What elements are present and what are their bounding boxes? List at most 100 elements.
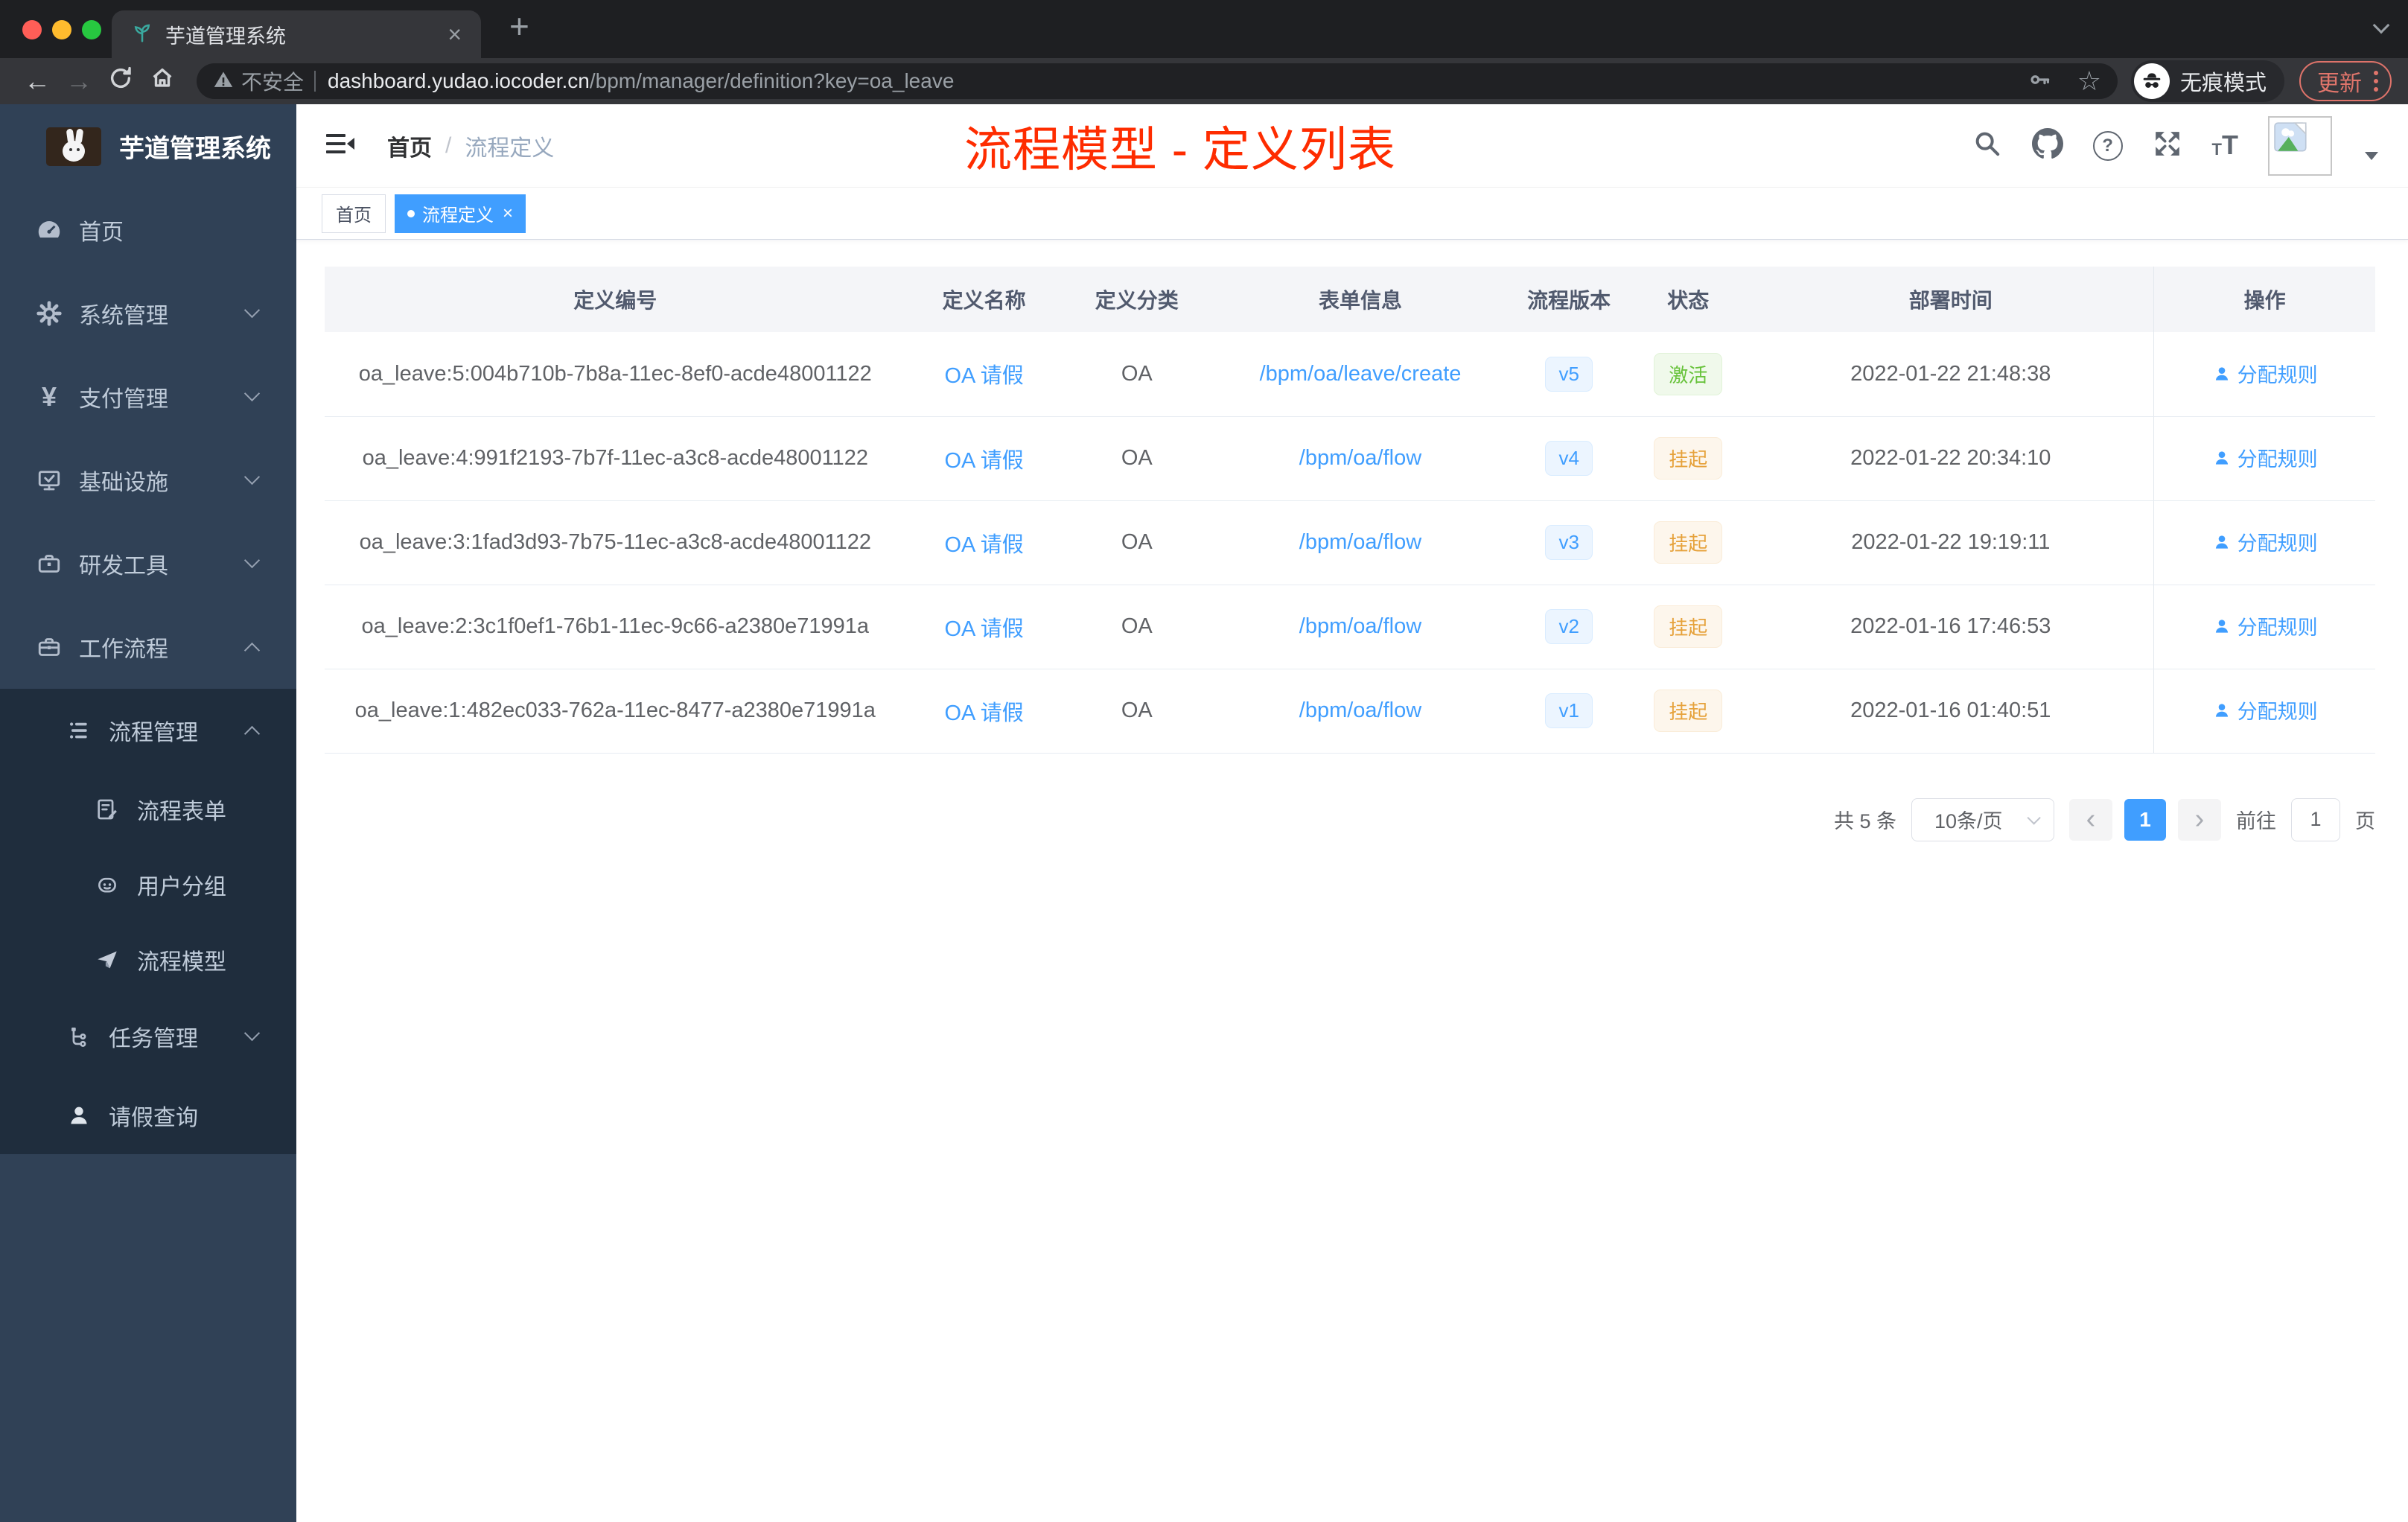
col-status: 状态 (1628, 267, 1748, 332)
url-host: dashboard.yudao.iocoder.cn (328, 69, 590, 92)
url-divider (314, 71, 316, 92)
form-link[interactable]: /bpm/oa/flow (1299, 446, 1421, 470)
sidebar-item-home[interactable]: 首页 (0, 188, 296, 272)
home-button[interactable] (141, 66, 183, 98)
col-actions: 操作 (2153, 267, 2375, 332)
browser-update-button[interactable]: 更新 (2299, 61, 2392, 101)
forward-button[interactable]: → (58, 66, 100, 97)
browser-tab[interactable]: 芋道管理系统 × (112, 10, 481, 58)
assign-rule-button[interactable]: 分配规则 (2212, 695, 2318, 725)
sidebar-item-process-management[interactable]: 流程管理 (0, 689, 296, 771)
robot-face-icon (92, 872, 122, 897)
help-icon[interactable]: ? (2092, 130, 2123, 161)
minimize-window-button[interactable] (52, 20, 71, 39)
tree-list-icon (64, 718, 94, 743)
sidebar-item-task-management[interactable]: 任务管理 (0, 997, 296, 1076)
assign-rule-button[interactable]: 分配规则 (2212, 443, 2318, 472)
sidebar-item-dev-tools[interactable]: 研发工具 (0, 522, 296, 605)
page-unit-label: 页 (2355, 810, 2375, 832)
avatar[interactable] (2268, 115, 2332, 176)
table-row: oa_leave:3:1fad3d93-7b75-11ec-a3c8-acde4… (325, 500, 2375, 585)
goto-page-input[interactable]: 1 (2291, 797, 2340, 841)
definition-id: oa_leave:3:1fad3d93-7b75-11ec-a3c8-acde4… (325, 500, 906, 585)
form-link[interactable]: /bpm/oa/flow (1299, 698, 1421, 722)
version-badge: v5 (1545, 356, 1593, 392)
annotation-title: 流程模型 - 定义列表 (964, 123, 1396, 176)
version-badge: v2 (1545, 609, 1593, 644)
definition-id: oa_leave:1:482ec033-762a-11ec-8477-a2380… (325, 669, 906, 754)
tag-process-definition[interactable]: 流程定义 × (395, 194, 526, 233)
version-badge: v1 (1545, 693, 1593, 728)
new-tab-button[interactable]: + (509, 6, 529, 46)
browser-menu-icon[interactable] (2374, 71, 2378, 92)
form-link[interactable]: /bpm/oa/flow (1299, 530, 1421, 554)
current-page-button[interactable]: 1 (2124, 798, 2166, 841)
reload-button[interactable] (100, 66, 141, 98)
deploy-time: 2022-01-16 01:40:51 (1748, 669, 2154, 754)
definition-name-link[interactable]: OA 请假 (944, 617, 1023, 641)
definition-name-link[interactable]: OA 请假 (944, 701, 1023, 725)
version-badge: v4 (1545, 441, 1593, 476)
table-row: oa_leave:2:3c1f0ef1-76b1-11ec-9c66-a2380… (325, 585, 2375, 669)
breadcrumb-separator: / (445, 133, 452, 158)
next-page-button[interactable]: › (2178, 798, 2221, 841)
definition-category: OA (1062, 416, 1211, 501)
bookmark-star-icon[interactable]: ☆ (2077, 66, 2101, 97)
url-bar[interactable]: 不安全 dashboard.yudao.iocoder.cn /bpm/mana… (197, 63, 2118, 99)
assign-rule-button[interactable]: 分配规则 (2212, 359, 2318, 388)
security-warning-icon (213, 69, 234, 94)
assign-rule-button[interactable]: 分配规则 (2212, 527, 2318, 556)
tab-close-icon[interactable]: × (447, 22, 462, 46)
definition-name-link[interactable]: OA 请假 (944, 449, 1023, 473)
sidebar-item-payment[interactable]: ¥ 支付管理 (0, 355, 296, 439)
sidebar-item-infrastructure[interactable]: 基础设施 (0, 439, 296, 522)
assign-rule-button[interactable]: 分配规则 (2212, 611, 2318, 640)
chevron-down-icon (243, 302, 261, 319)
sidebar-item-process-model[interactable]: 流程模型 (0, 922, 296, 997)
form-link[interactable]: /bpm/oa/leave/create (1260, 362, 1462, 386)
table-row: oa_leave:4:991f2193-7b7f-11ec-a3c8-acde4… (325, 416, 2375, 501)
form-link[interactable]: /bpm/oa/flow (1299, 614, 1421, 638)
user-icon (64, 1103, 94, 1128)
close-window-button[interactable] (22, 20, 42, 39)
status-badge: 挂起 (1654, 690, 1723, 732)
status-badge: 挂起 (1654, 521, 1723, 564)
briefcase-icon (34, 634, 64, 660)
search-icon[interactable] (1972, 129, 2002, 162)
password-key-icon[interactable] (2028, 68, 2052, 95)
definition-name-link[interactable]: OA 请假 (944, 533, 1023, 557)
app-title: 芋道管理系统 (119, 135, 271, 163)
definition-id: oa_leave:5:004b710b-7b8a-11ec-8ef0-acde4… (325, 332, 906, 417)
sidebar-item-user-group[interactable]: 用户分组 (0, 847, 296, 922)
user-menu-caret-icon[interactable] (2365, 152, 2378, 160)
sidebar-item-leave-query[interactable]: 请假查询 (0, 1076, 296, 1154)
definition-category: OA (1062, 332, 1211, 417)
tab-search-chevron-icon[interactable] (2372, 16, 2390, 34)
definition-category: OA (1062, 669, 1211, 754)
dashboard-icon (34, 217, 64, 243)
collapse-sidebar-icon[interactable] (323, 127, 356, 164)
tag-home[interactable]: 首页 (322, 194, 386, 233)
font-size-icon[interactable]: TT (2212, 132, 2238, 159)
fullscreen-icon[interactable] (2153, 129, 2182, 162)
breadcrumb-home[interactable]: 首页 (387, 130, 432, 162)
select-caret-icon (2027, 811, 2041, 825)
page-size-select[interactable]: 10条/页 (1911, 797, 2054, 841)
tag-close-icon[interactable]: × (503, 204, 513, 223)
pagination: 共 5 条 10条/页 ‹ 1 › 前往 1 页 (325, 797, 2375, 841)
chevron-down-icon (243, 552, 261, 569)
app-logo[interactable]: 芋道管理系统 (0, 104, 296, 188)
back-button[interactable]: ← (16, 66, 58, 97)
definition-category: OA (1062, 500, 1211, 585)
definition-category: OA (1062, 585, 1211, 669)
sidebar-item-system[interactable]: 系统管理 (0, 272, 296, 355)
sidebar-item-workflow[interactable]: 工作流程 (0, 605, 296, 689)
sidebar: 芋道管理系统 首页 系统管理 ¥ 支付管理 基础设施 研发工具 工作流程 流程管… (0, 104, 296, 1522)
github-icon[interactable] (2031, 128, 2063, 163)
sidebar-item-process-form[interactable]: 流程表单 (0, 771, 296, 847)
zoom-window-button[interactable] (82, 20, 101, 39)
prev-page-button[interactable]: ‹ (2069, 798, 2112, 841)
toolbox-icon (34, 550, 64, 577)
status-badge: 激活 (1654, 352, 1723, 395)
definition-name-link[interactable]: OA 请假 (944, 364, 1023, 388)
